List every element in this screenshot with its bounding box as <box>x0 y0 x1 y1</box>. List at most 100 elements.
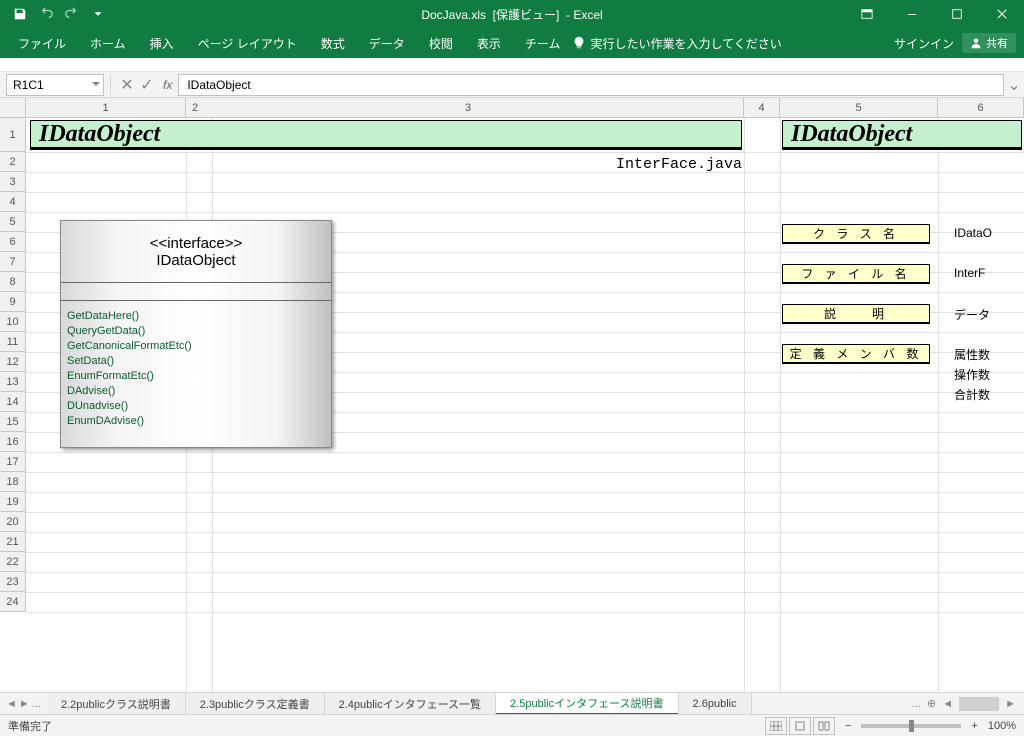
value-description[interactable]: データ <box>954 306 990 323</box>
hscroll-left[interactable]: ◄ <box>942 698 953 710</box>
ribbon-tabs: ファイル ホーム 挿入 ページ レイアウト 数式 データ 校閲 表示 チーム 実… <box>0 28 1024 58</box>
col-header[interactable]: 6 <box>938 98 1024 117</box>
zoom-level[interactable]: 100% <box>988 720 1016 732</box>
uml-diagram[interactable]: <<interface>> IDataObject GetDataHere()Q… <box>60 220 332 448</box>
sheet-tab[interactable]: 2.3publicクラス定義書 <box>186 693 325 715</box>
hscrollbar[interactable] <box>959 697 999 711</box>
row-header[interactable]: 24 <box>0 592 26 612</box>
row-header[interactable]: 22 <box>0 552 26 572</box>
row-header[interactable]: 9 <box>0 292 26 312</box>
row-header[interactable]: 19 <box>0 492 26 512</box>
expand-formula-button[interactable]: ⌄ <box>1004 75 1024 95</box>
subtitle-cell[interactable]: InterFace.java <box>226 156 742 173</box>
tab-home[interactable]: ホーム <box>78 28 138 58</box>
select-all-corner[interactable] <box>0 98 26 117</box>
row-header[interactable]: 3 <box>0 172 26 192</box>
tab-team[interactable]: チーム <box>513 28 573 58</box>
tab-more[interactable]: ... <box>912 698 921 710</box>
zoom-slider[interactable] <box>861 724 961 728</box>
tab-nav-prev[interactable]: ◄ <box>6 698 17 710</box>
tab-nav-next[interactable]: ► <box>19 698 30 710</box>
col-header[interactable]: 1 <box>26 98 186 117</box>
close-button[interactable] <box>979 0 1024 28</box>
row-header[interactable]: 13 <box>0 372 26 392</box>
tell-me-search[interactable]: 実行したい作業を入力してください <box>572 35 781 52</box>
qat-customize-icon[interactable] <box>86 2 110 26</box>
enter-formula-button[interactable]: ✓ <box>137 75 157 95</box>
status-ready: 準備完了 <box>8 718 52 734</box>
label-classname[interactable]: ク ラ ス 名 <box>782 224 930 244</box>
tab-pagelayout[interactable]: ページ レイアウト <box>186 28 309 58</box>
title-cell-1[interactable]: IDataObject <box>30 120 742 150</box>
person-icon <box>970 37 982 49</box>
value-opcount[interactable]: 操作数 <box>954 366 990 383</box>
pagebreak-view-button[interactable] <box>813 717 835 735</box>
row-header[interactable]: 4 <box>0 192 26 212</box>
row-header[interactable]: 10 <box>0 312 26 332</box>
formula-value: IDataObject <box>187 78 250 92</box>
worksheet-grid[interactable]: 1 23 4 5 6 12345678910111213141516171819… <box>0 98 1024 706</box>
row-header[interactable]: 23 <box>0 572 26 592</box>
fx-icon[interactable]: fx <box>163 78 172 92</box>
ribbon-display-button[interactable] <box>844 0 889 28</box>
save-button[interactable] <box>8 2 32 26</box>
undo-button[interactable] <box>34 2 58 26</box>
tab-insert[interactable]: 挿入 <box>138 28 186 58</box>
value-filename[interactable]: InterF <box>954 266 985 280</box>
title-cell-2[interactable]: IDataObject <box>782 120 1022 150</box>
col-header[interactable]: 23 <box>186 98 744 117</box>
sheet-tab[interactable]: 2.2publicクラス説明書 <box>47 693 186 715</box>
value-classname[interactable]: IDataO <box>954 226 992 240</box>
sheet-tab[interactable]: 2.6public <box>679 693 752 715</box>
row-header[interactable]: 11 <box>0 332 26 352</box>
row-header[interactable]: 6 <box>0 232 26 252</box>
chevron-down-icon[interactable] <box>91 79 101 89</box>
col-header[interactable]: 5 <box>780 98 938 117</box>
row-header[interactable]: 7 <box>0 252 26 272</box>
zoom-in-button[interactable]: + <box>971 720 977 732</box>
value-totalcount[interactable]: 合計数 <box>954 386 990 403</box>
tab-review[interactable]: 校閲 <box>417 28 465 58</box>
row-header[interactable]: 12 <box>0 352 26 372</box>
col-header[interactable]: 4 <box>744 98 780 117</box>
tab-file[interactable]: ファイル <box>6 28 78 58</box>
share-button[interactable]: 共有 <box>962 33 1016 53</box>
pagelayout-view-button[interactable] <box>789 717 811 735</box>
normal-view-button[interactable] <box>765 717 787 735</box>
signin-link[interactable]: サインイン <box>894 35 954 52</box>
row-header[interactable]: 2 <box>0 152 26 172</box>
tab-formulas[interactable]: 数式 <box>309 28 357 58</box>
row-header[interactable]: 16 <box>0 432 26 452</box>
row-header[interactable]: 18 <box>0 472 26 492</box>
row-header[interactable]: 17 <box>0 452 26 472</box>
sheet-tab[interactable]: 2.4publicインタフェース一覧 <box>325 693 496 715</box>
formula-input[interactable]: IDataObject <box>178 74 1004 96</box>
view-buttons <box>765 717 835 735</box>
row-header[interactable]: 1 <box>0 118 26 152</box>
name-box[interactable]: R1C1 <box>6 74 104 96</box>
redo-button[interactable] <box>60 2 84 26</box>
maximize-button[interactable] <box>934 0 979 28</box>
label-filename[interactable]: フ ァ イ ル 名 <box>782 264 930 284</box>
sheet-tab[interactable]: 2.5publicインタフェース説明書 <box>496 693 678 715</box>
label-membercount[interactable]: 定 義 メ ン バ 数 <box>782 344 930 364</box>
formula-bar: R1C1 ✕ ✓ fx IDataObject ⌄ <box>0 72 1024 98</box>
row-header[interactable]: 5 <box>0 212 26 232</box>
row-header[interactable]: 21 <box>0 532 26 552</box>
hscroll-right[interactable]: ► <box>1005 698 1016 710</box>
new-sheet-button[interactable]: ⊕ <box>927 697 936 710</box>
value-attrcount[interactable]: 属性数 <box>954 346 990 363</box>
tab-view[interactable]: 表示 <box>465 28 513 58</box>
zoom-out-button[interactable]: − <box>845 720 851 732</box>
tab-data[interactable]: データ <box>357 28 417 58</box>
row-header[interactable]: 8 <box>0 272 26 292</box>
row-header[interactable]: 14 <box>0 392 26 412</box>
cancel-formula-button[interactable]: ✕ <box>117 75 137 95</box>
uml-method: EnumDAdvise() <box>67 414 325 429</box>
cells-area[interactable]: IDataObject IDataObject InterFace.java ク… <box>26 118 1024 706</box>
label-description[interactable]: 説 明 <box>782 304 930 324</box>
tab-ellipsis[interactable]: ... <box>32 698 41 710</box>
row-header[interactable]: 20 <box>0 512 26 532</box>
row-header[interactable]: 15 <box>0 412 26 432</box>
minimize-button[interactable] <box>889 0 934 28</box>
